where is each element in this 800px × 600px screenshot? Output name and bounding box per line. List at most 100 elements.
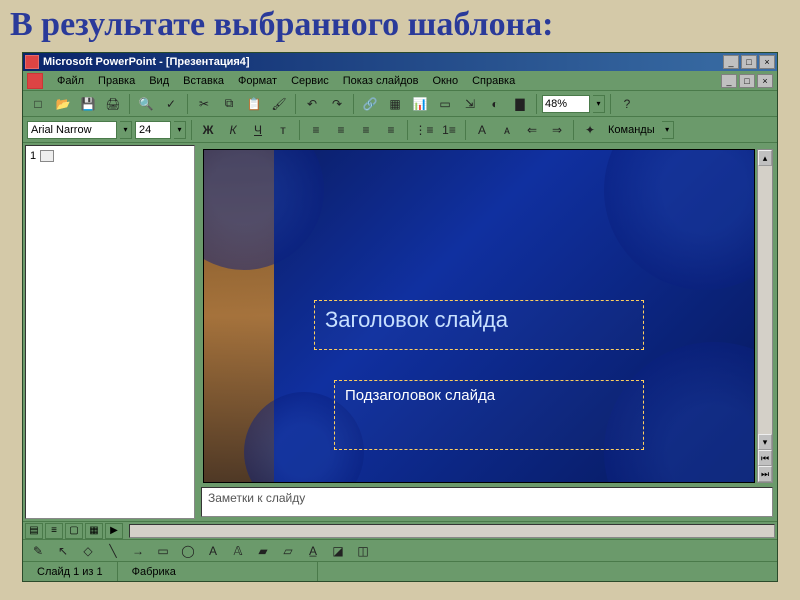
font-name-dropdown-icon[interactable]: ▾ <box>120 121 132 139</box>
font-color-button[interactable]: A̲ <box>302 540 324 562</box>
redo-button[interactable]: ↷ <box>326 93 348 115</box>
help-button[interactable]: ? <box>616 93 638 115</box>
status-template-name: Фабрика <box>118 562 318 581</box>
draw-menu-button[interactable]: ✎ <box>27 540 49 562</box>
paste-button[interactable]: 📋 <box>243 93 265 115</box>
promote-button[interactable]: ⇐ <box>521 119 543 141</box>
text-shadow-button[interactable]: т <box>272 119 294 141</box>
workspace: 1 Заголовок слайда Подзаголовок слайда <box>23 143 777 521</box>
textbox-button[interactable]: A <box>202 540 224 562</box>
bullets-button[interactable]: ⋮≡ <box>413 119 435 141</box>
italic-button[interactable]: К <box>222 119 244 141</box>
zoom-dropdown-icon[interactable]: ▾ <box>593 95 605 113</box>
menu-view[interactable]: Вид <box>143 73 175 89</box>
font-size-dropdown-icon[interactable]: ▾ <box>174 121 186 139</box>
align-left-button[interactable]: ≡ <box>305 119 327 141</box>
oval-button[interactable]: ◯ <box>177 540 199 562</box>
minimize-button[interactable]: _ <box>723 55 739 69</box>
commands-label[interactable]: Команды <box>604 124 659 136</box>
menu-insert[interactable]: Вставка <box>177 73 230 89</box>
title-placeholder[interactable]: Заголовок слайда <box>314 300 644 350</box>
3d-button[interactable]: ◫ <box>352 540 374 562</box>
close-button[interactable]: × <box>759 55 775 69</box>
demote-button[interactable]: ⇒ <box>546 119 568 141</box>
menu-tools[interactable]: Сервис <box>285 73 335 89</box>
undo-button[interactable]: ↶ <box>301 93 323 115</box>
menu-help[interactable]: Справка <box>466 73 521 89</box>
subtitle-placeholder[interactable]: Подзаголовок слайда <box>334 380 644 450</box>
align-right-button[interactable]: ≡ <box>355 119 377 141</box>
menubar: Файл Правка Вид Вставка Формат Сервис По… <box>23 71 777 91</box>
new-button[interactable]: □ <box>27 93 49 115</box>
autoshapes-button[interactable]: ◇ <box>77 540 99 562</box>
insert-chart-button[interactable]: 📊 <box>409 93 431 115</box>
mdi-restore-button[interactable]: □ <box>739 74 755 88</box>
slide-canvas[interactable]: Заголовок слайда Подзаголовок слайда <box>203 149 755 483</box>
menu-slideshow[interactable]: Показ слайдов <box>337 73 425 89</box>
commands-dropdown-icon[interactable]: ▾ <box>662 121 674 139</box>
slideshow-view-button[interactable]: ▶ <box>105 523 123 539</box>
scroll-up-button[interactable]: ▴ <box>758 150 772 166</box>
scroll-track[interactable] <box>758 166 772 434</box>
hyperlink-button[interactable]: 🔗 <box>359 93 381 115</box>
outline-view-button[interactable]: ≡ <box>45 523 63 539</box>
shadow-button[interactable]: ◪ <box>327 540 349 562</box>
separator <box>191 120 192 140</box>
font-name-combo[interactable]: Arial Narrow <box>27 121 117 139</box>
menu-window[interactable]: Окно <box>427 73 465 89</box>
slide-view-button[interactable]: ▢ <box>65 523 83 539</box>
slide-area: Заголовок слайда Подзаголовок слайда ▴ ▾… <box>199 145 775 519</box>
menu-edit[interactable]: Правка <box>92 73 141 89</box>
save-button[interactable]: 💾 <box>77 93 99 115</box>
page-heading: В результате выбранного шаблона: <box>0 0 800 48</box>
expand-button[interactable]: ⇲ <box>459 93 481 115</box>
line-color-button[interactable]: ▱ <box>277 540 299 562</box>
animation-effects-button[interactable]: ✦ <box>579 119 601 141</box>
wordart-button[interactable]: 𝔸 <box>227 540 249 562</box>
mdi-close-button[interactable]: × <box>757 74 773 88</box>
print-preview-button[interactable]: 🔍 <box>135 93 157 115</box>
menu-file[interactable]: Файл <box>51 73 90 89</box>
separator <box>299 120 300 140</box>
next-slide-button[interactable]: ⏭ <box>758 466 772 482</box>
rectangle-button[interactable]: ▭ <box>152 540 174 562</box>
notes-pane[interactable]: Заметки к слайду <box>201 487 773 517</box>
maximize-button[interactable]: □ <box>741 55 757 69</box>
select-objects-button[interactable]: ↖ <box>52 540 74 562</box>
formatting-toolbar: Arial Narrow ▾ 24 ▾ Ж К Ч т ≡ ≡ ≡ ≡ ⋮≡ 1… <box>23 117 777 143</box>
align-justify-button[interactable]: ≡ <box>380 119 402 141</box>
normal-view-button[interactable]: ▤ <box>25 523 43 539</box>
open-button[interactable]: 📂 <box>52 93 74 115</box>
sorter-view-button[interactable]: ▦ <box>85 523 103 539</box>
outline-pane[interactable]: 1 <box>25 145 195 519</box>
align-center-button[interactable]: ≡ <box>330 119 352 141</box>
horizontal-scrollbar[interactable] <box>129 524 775 538</box>
gear-decoration <box>604 149 755 290</box>
arrow-button[interactable]: → <box>127 540 149 562</box>
cut-button[interactable]: ✂ <box>193 93 215 115</box>
insert-table-button[interactable]: ▦ <box>384 93 406 115</box>
bold-button[interactable]: Ж <box>197 119 219 141</box>
grayscale-button[interactable]: ◐ <box>484 93 506 115</box>
color-button[interactable]: ▇ <box>509 93 531 115</box>
line-button[interactable]: ╲ <box>102 540 124 562</box>
copy-button[interactable]: ⧉ <box>218 93 240 115</box>
spellcheck-button[interactable]: ✓ <box>160 93 182 115</box>
print-button[interactable]: 🖨 <box>102 93 124 115</box>
format-painter-button[interactable]: 🖌 <box>268 93 290 115</box>
font-size-combo[interactable]: 24 <box>135 121 171 139</box>
zoom-combo[interactable]: 48% <box>542 95 590 113</box>
vertical-scrollbar[interactable]: ▴ ▾ ⏮ ⏭ <box>757 149 773 483</box>
numbering-button[interactable]: 1≡ <box>438 119 460 141</box>
prev-slide-button[interactable]: ⏮ <box>758 450 772 466</box>
outline-slide-1[interactable]: 1 <box>30 150 190 162</box>
new-slide-button[interactable]: ▭ <box>434 93 456 115</box>
underline-button[interactable]: Ч <box>247 119 269 141</box>
scroll-down-button[interactable]: ▾ <box>758 434 772 450</box>
decrease-font-button[interactable]: ᴀ <box>496 119 518 141</box>
increase-font-button[interactable]: A <box>471 119 493 141</box>
menu-format[interactable]: Формат <box>232 73 283 89</box>
fill-color-button[interactable]: ▰ <box>252 540 274 562</box>
mdi-minimize-button[interactable]: _ <box>721 74 737 88</box>
separator <box>129 94 130 114</box>
